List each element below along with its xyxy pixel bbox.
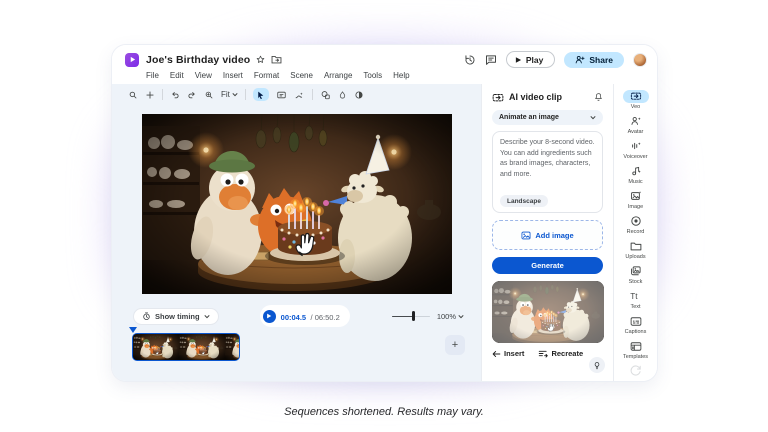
record-icon	[630, 215, 642, 228]
sidebar-item-music[interactable]: Music	[614, 162, 657, 187]
generate-button[interactable]: Generate	[492, 257, 603, 274]
timeline-controls: Show timing 00:04.5 / 06:50.2	[112, 307, 481, 325]
fit-dropdown[interactable]: Fit	[221, 90, 238, 99]
menu-arrange[interactable]: Arrange	[324, 71, 352, 80]
recreate-icon	[538, 349, 548, 358]
timeline-clip-selected[interactable]	[132, 333, 240, 361]
insert-button[interactable]: Insert	[492, 349, 524, 358]
share-button[interactable]: Share	[564, 52, 624, 68]
menubar: File Edit View Insert Format Scene Arran…	[125, 68, 647, 82]
vids-logo-icon[interactable]	[125, 53, 139, 67]
star-icon[interactable]	[256, 55, 265, 64]
filmstrip: +	[132, 329, 481, 365]
chevron-down-icon	[232, 92, 238, 97]
stock-media-icon	[630, 265, 642, 278]
text-box-icon[interactable]	[276, 90, 287, 100]
play-button[interactable]: Play	[506, 51, 556, 68]
undo-icon[interactable]	[170, 90, 180, 100]
toolbar: Fit	[112, 84, 481, 105]
playback-pill: 00:04.5 / 06:50.2	[260, 305, 350, 327]
timeline-zoom-dropdown[interactable]: 100%	[437, 312, 464, 321]
lightbulb-icon	[593, 361, 601, 370]
shapes-icon[interactable]	[320, 90, 331, 100]
laser-pointer-icon[interactable]	[294, 90, 305, 100]
tips-button[interactable]	[589, 357, 605, 373]
zoom-icon[interactable]	[204, 90, 214, 100]
bell-icon[interactable]	[594, 92, 603, 102]
ai-clip-icon	[492, 92, 504, 103]
comment-icon[interactable]	[485, 54, 497, 66]
select-tool-icon[interactable]	[253, 88, 269, 101]
total-time: / 06:50.2	[311, 313, 340, 322]
more-tools-icon	[629, 364, 642, 377]
sidebar-item-uploads[interactable]: Uploads	[614, 237, 657, 262]
voiceover-icon	[630, 140, 642, 153]
folder-icon	[630, 240, 642, 253]
redo-icon[interactable]	[187, 90, 197, 100]
image-sparkle-icon	[630, 190, 642, 203]
ai-video-panel: AI video clip Animate an image Landscape…	[481, 84, 613, 381]
sidebar-item-stock[interactable]: Stock	[614, 262, 657, 287]
timing-icon	[142, 312, 151, 321]
avatar[interactable]	[633, 53, 647, 67]
sidebar-item-voiceover[interactable]: Voiceover	[614, 137, 657, 162]
theme-icon[interactable]	[354, 90, 364, 100]
document-title[interactable]: Joe's Birthday video	[146, 54, 250, 66]
menu-scene[interactable]: Scene	[290, 71, 313, 80]
sidebar-item-avatar[interactable]: Avatar	[614, 112, 657, 137]
add-clip-button[interactable]: +	[445, 335, 465, 355]
sidebar-item-record[interactable]: Record	[614, 212, 657, 237]
app-window: Joe's Birthday video Play	[112, 45, 657, 381]
timeline-zoom-slider[interactable]	[392, 311, 430, 321]
tool-sidebar: Veo Avatar Voiceover Music	[613, 84, 657, 381]
menu-insert[interactable]: Insert	[223, 71, 243, 80]
sidebar-item-templates[interactable]: Templates	[614, 337, 657, 362]
current-time: 00:04.5	[281, 313, 306, 322]
menu-help[interactable]: Help	[393, 71, 409, 80]
veo-icon	[623, 90, 649, 103]
mode-dropdown[interactable]: Animate an image	[492, 110, 603, 125]
disclaimer-caption: Sequences shortened. Results may vary.	[0, 406, 768, 418]
generated-preview[interactable]	[492, 281, 604, 343]
avatar-sparkle-icon	[630, 115, 642, 128]
search-icon[interactable]	[128, 90, 138, 100]
droplet-icon[interactable]	[338, 90, 347, 100]
share-person-icon	[575, 55, 585, 64]
timeline-play-button[interactable]	[263, 310, 276, 323]
version-history-icon[interactable]	[464, 54, 476, 66]
chevron-down-icon	[590, 115, 596, 120]
aspect-ratio-chip[interactable]: Landscape	[500, 195, 548, 207]
app-header: Joe's Birthday video Play	[112, 45, 657, 84]
chevron-down-icon	[204, 314, 210, 319]
menu-edit[interactable]: Edit	[170, 71, 184, 80]
svg-text:Tt: Tt	[630, 292, 638, 301]
add-icon[interactable]	[145, 90, 155, 100]
move-folder-icon[interactable]	[271, 55, 282, 64]
sidebar-item-veo[interactable]: Veo	[614, 87, 657, 112]
captions-icon	[630, 315, 642, 328]
video-canvas[interactable]	[142, 114, 452, 294]
templates-icon	[630, 340, 642, 353]
sidebar-item-text[interactable]: Tt Text	[614, 287, 657, 312]
menu-format[interactable]: Format	[254, 71, 279, 80]
music-icon	[630, 165, 642, 178]
panel-title: AI video clip	[509, 92, 562, 102]
image-icon	[521, 231, 531, 240]
menu-view[interactable]: View	[195, 71, 212, 80]
text-icon: Tt	[629, 290, 642, 303]
prompt-input[interactable]	[500, 138, 595, 195]
prompt-card: Landscape	[492, 131, 603, 213]
chevron-down-icon	[458, 314, 464, 319]
sidebar-item-image[interactable]: Image	[614, 187, 657, 212]
menu-tools[interactable]: Tools	[363, 71, 382, 80]
play-icon	[515, 56, 522, 64]
canvas-area: Fit	[112, 84, 481, 381]
add-image-button[interactable]: Add image	[492, 220, 603, 250]
recreate-button[interactable]: Recreate	[538, 349, 583, 358]
sidebar-item-captions[interactable]: Captions	[614, 312, 657, 337]
menu-file[interactable]: File	[146, 71, 159, 80]
show-timing-button[interactable]: Show timing	[134, 309, 218, 324]
arrow-left-icon	[492, 350, 501, 358]
